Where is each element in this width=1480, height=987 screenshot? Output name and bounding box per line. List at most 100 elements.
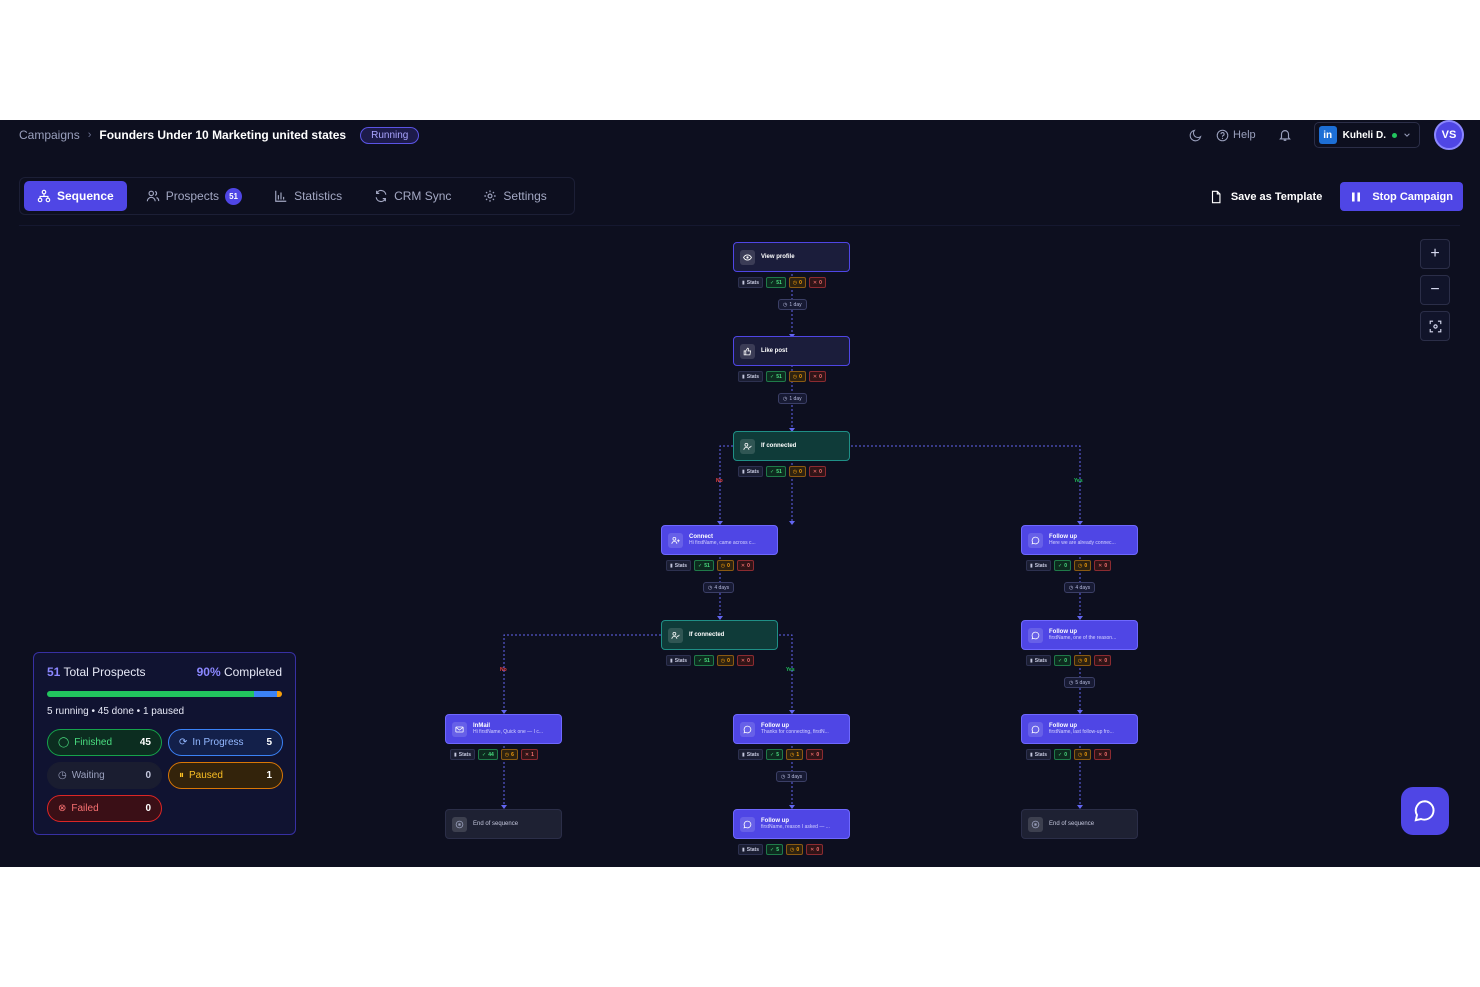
completed-count: ✓ 51 bbox=[694, 655, 714, 666]
check-circle-icon: ◯ bbox=[58, 737, 70, 748]
stats-button[interactable]: ▮ Stats bbox=[738, 277, 763, 288]
zoom-out-button[interactable]: − bbox=[1420, 275, 1450, 305]
waiting-filter[interactable]: ◷ Waiting 0 bbox=[47, 762, 162, 789]
step-end-of-sequence[interactable]: End of sequence bbox=[1021, 809, 1138, 839]
message-icon bbox=[740, 721, 755, 737]
tab-prospects[interactable]: Prospects 51 bbox=[133, 181, 255, 211]
stats-button[interactable]: ▮ Stats bbox=[738, 749, 763, 760]
breadcrumb-campaigns-link[interactable]: Campaigns bbox=[19, 128, 80, 142]
delay-badge[interactable]: ◷ 1 day bbox=[778, 299, 807, 310]
campaign-actions: Save as Template Stop Campaign bbox=[1209, 182, 1463, 211]
step-stats: ▮ Stats ✓ 51 ◷ 0 ✕ 0 bbox=[666, 560, 754, 572]
completed-count: ✓ 0 bbox=[1054, 655, 1071, 666]
step-preview: firstName, one of the reason... bbox=[1049, 635, 1117, 641]
stop-campaign-button[interactable]: Stop Campaign bbox=[1340, 182, 1463, 211]
bell-icon[interactable] bbox=[1278, 128, 1292, 142]
moon-icon[interactable] bbox=[1189, 129, 1202, 142]
sequence-icon bbox=[37, 189, 51, 203]
user-plus-icon bbox=[668, 532, 683, 548]
delay-badge[interactable]: ◷ 4 days bbox=[1064, 582, 1096, 593]
step-connect[interactable]: Connect Hi firstName, came across c... bbox=[661, 525, 778, 555]
plus-icon: + bbox=[1430, 245, 1440, 262]
completed-count: ✓ 0 bbox=[1054, 749, 1071, 760]
stats-button[interactable]: ▮ Stats bbox=[1026, 655, 1051, 666]
total-prospects-count: 51 bbox=[47, 665, 61, 679]
save-as-template-button[interactable]: Save as Template bbox=[1209, 190, 1323, 204]
completed-count: ✓ 0 bbox=[1054, 560, 1071, 571]
step-preview: Thanks for connecting, firstN... bbox=[761, 729, 829, 735]
file-icon bbox=[1211, 190, 1221, 203]
stats-button[interactable]: ▮ Stats bbox=[738, 371, 763, 382]
step-follow-up[interactable]: Follow up firstName, last follow-up fro..… bbox=[1021, 714, 1138, 744]
completed-count: ✓ 51 bbox=[766, 277, 786, 288]
failed-filter[interactable]: ⊗ Failed 0 bbox=[47, 795, 162, 822]
stats-button[interactable]: ▮ Stats bbox=[666, 560, 691, 571]
delay-badge[interactable]: ◷ 5 days bbox=[1064, 677, 1096, 688]
tab-sequence[interactable]: Sequence bbox=[24, 181, 127, 211]
account-switcher[interactable]: in Kuheli D. bbox=[1313, 122, 1420, 148]
delay-badge[interactable]: ◷ 3 days bbox=[776, 771, 808, 782]
stats-button[interactable]: ▮ Stats bbox=[1026, 749, 1051, 760]
failed-count: ✕ 0 bbox=[736, 655, 754, 666]
prospects-count-badge: 51 bbox=[225, 187, 243, 205]
summary-breakdown-text: 5 running • 45 done • 1 paused bbox=[47, 706, 185, 717]
tab-statistics[interactable]: Statistics bbox=[261, 181, 355, 211]
summary-header: 51 Total Prospects 90% Completed bbox=[47, 665, 282, 679]
pending-count: ◷ 0 bbox=[788, 371, 806, 382]
step-like-post[interactable]: Like post bbox=[733, 336, 850, 366]
step-if-connected[interactable]: If connected bbox=[661, 620, 778, 650]
step-follow-up[interactable]: Follow up Thanks for connecting, firstN..… bbox=[733, 714, 850, 744]
pending-count: ◷ 1 bbox=[785, 749, 804, 760]
step-stats: ▮ Stats ✓ 0 ◷ 0 ✕ 0 bbox=[1026, 560, 1112, 572]
clock-icon: ◷ bbox=[58, 770, 67, 781]
failed-count: ✕ 0 bbox=[1094, 560, 1112, 571]
step-end-of-sequence[interactable]: End of sequence bbox=[445, 809, 562, 839]
in-progress-label: In Progress bbox=[192, 737, 244, 748]
step-view-profile[interactable]: View profile bbox=[733, 242, 850, 272]
pending-count: ◷ 0 bbox=[785, 844, 804, 855]
stats-button[interactable]: ▮ Stats bbox=[450, 749, 475, 760]
step-stats: ▮ Stats ✓ 0 ◷ 0 ✕ 0 bbox=[1026, 655, 1112, 667]
step-follow-up[interactable]: Follow up firstName, reason I asked — ... bbox=[733, 809, 850, 839]
tab-crm-sync[interactable]: CRM Sync bbox=[361, 181, 464, 211]
paused-count: 1 bbox=[266, 770, 272, 781]
help-button[interactable]: Help bbox=[1216, 129, 1256, 142]
failed-count: ✕ 0 bbox=[806, 844, 824, 855]
delay-badge[interactable]: ◷ 4 days bbox=[703, 582, 735, 593]
step-stats: ▮ Stats ✓ 51 ◷ 0 ✕ 0 bbox=[666, 655, 754, 667]
step-follow-up[interactable]: Follow up firstName, one of the reason... bbox=[1021, 620, 1138, 650]
help-label: Help bbox=[1233, 129, 1256, 141]
step-follow-up[interactable]: Follow up Here we are already connec... bbox=[1021, 525, 1138, 555]
pause-circle-icon: ⏸ bbox=[179, 770, 184, 781]
chat-support-button[interactable] bbox=[1401, 787, 1449, 835]
refresh-icon bbox=[375, 189, 387, 203]
step-stats: ▮ Stats ✓ 51 ◷ 0 ✕ 0 bbox=[738, 277, 826, 289]
campaign-app: Campaigns › Founders Under 10 Marketing … bbox=[0, 120, 1480, 867]
stats-button[interactable]: ▮ Stats bbox=[738, 466, 763, 477]
save-as-template-label: Save as Template bbox=[1230, 190, 1323, 203]
stats-button[interactable]: ▮ Stats bbox=[1026, 560, 1051, 571]
users-icon bbox=[146, 190, 159, 202]
avatar[interactable]: VS bbox=[1434, 120, 1464, 150]
zoom-in-button[interactable]: + bbox=[1420, 239, 1450, 269]
fit-view-button[interactable] bbox=[1420, 311, 1450, 341]
stats-button[interactable]: ▮ Stats bbox=[738, 844, 763, 855]
completed-count: ✓ 51 bbox=[766, 371, 786, 382]
step-stats: ▮ Stats ✓ 5 ◷ 1 ✕ 0 bbox=[738, 749, 824, 761]
step-if-connected[interactable]: If connected bbox=[733, 431, 850, 461]
online-status-dot bbox=[1392, 132, 1397, 138]
failed-label: Failed bbox=[71, 803, 99, 814]
in-progress-filter[interactable]: ⟳ In Progress 5 bbox=[168, 729, 283, 756]
failed-count: ✕ 0 bbox=[808, 371, 826, 382]
tab-settings[interactable]: Settings bbox=[470, 181, 559, 211]
finished-filter[interactable]: ◯ Finished 45 bbox=[47, 729, 162, 756]
step-title: View profile bbox=[761, 254, 795, 260]
breadcrumb: Campaigns › Founders Under 10 Marketing … bbox=[19, 124, 420, 146]
paused-filter[interactable]: ⏸ Paused 1 bbox=[168, 762, 283, 789]
eye-icon bbox=[740, 249, 755, 265]
stats-button[interactable]: ▮ Stats bbox=[666, 655, 691, 666]
delay-badge[interactable]: ◷ 1 day bbox=[778, 393, 807, 404]
message-icon bbox=[1028, 627, 1043, 643]
failed-count: ✕ 0 bbox=[808, 277, 826, 288]
step-inmail[interactable]: InMail Hi firstName, Quick one — I c... bbox=[445, 714, 562, 744]
